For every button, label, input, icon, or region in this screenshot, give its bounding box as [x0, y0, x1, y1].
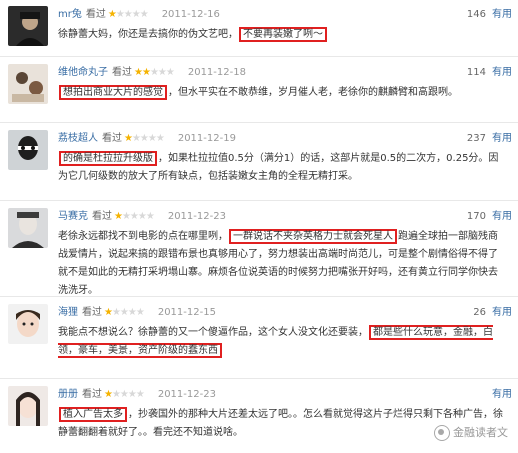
star-filled-icon: ★★: [134, 67, 151, 78]
avatar[interactable]: [8, 64, 48, 104]
highlighted-phrase: 一群说话不夹杂英格力士就会死星人: [229, 229, 397, 244]
username-link[interactable]: 册册: [58, 389, 78, 400]
useful-count: 237: [466, 133, 486, 144]
useful-button[interactable]: 有用: [492, 66, 512, 80]
star-filled-icon: ★: [114, 211, 123, 222]
review-action: 看过: [102, 133, 122, 144]
review-text: 我能点不想说么？徐静蕾的又一个傻逼作品，这个女人没文化还要装， 都是些什么玩意，金…: [58, 324, 504, 360]
star-empty-icon: ★★★★: [111, 307, 145, 318]
username-link[interactable]: 马赛克: [58, 211, 88, 222]
highlighted-phrase: 想拍出商业大片的感觉: [59, 85, 167, 100]
rating-stars: ★★★★★: [124, 133, 165, 144]
divider: [0, 56, 518, 57]
review-meta: 册册 看过 ★★★★★ 2011-12-23: [58, 388, 216, 402]
review-text: 想拍出商业大片的感觉 ，但水平实在不敢恭维，岁月催人老，老徐你的麒麟臂和高跟咧。: [58, 84, 504, 102]
review-meta: 荔枝超人 看过 ★★★★★ 2011-12-19: [58, 132, 236, 146]
review-date: 2011-12-23: [167, 211, 226, 222]
useful-button[interactable]: 有用: [492, 388, 512, 402]
star-filled-icon: ★: [107, 9, 117, 20]
wechat-logo-icon: [434, 425, 450, 441]
star-empty-icon: ★★★★: [131, 133, 165, 144]
highlighted-phrase: 的确是杜拉拉升级版: [59, 151, 157, 166]
review-meta: 马赛克 看过 ★★★★★ 2011-12-23: [58, 210, 226, 224]
avatar[interactable]: [8, 6, 48, 46]
divider: [0, 200, 518, 201]
useful-button[interactable]: 有用: [492, 306, 512, 320]
divider: [0, 296, 518, 297]
star-filled-icon: ★: [104, 389, 113, 400]
review-text-before: 徐静蕾大妈，你还是去搞你的伪文艺吧，: [58, 29, 238, 40]
review-date: 2011-12-18: [187, 67, 246, 78]
username-link[interactable]: 海狸: [58, 307, 78, 318]
star-empty-icon: ★★★: [149, 67, 175, 78]
rating-stars: ★★★★★: [107, 9, 149, 20]
highlighted-phrase: 植入广告太多: [59, 407, 127, 422]
username-link[interactable]: 维他命丸子: [58, 67, 108, 78]
review-text-before: 老徐永远都找不到电影的点在哪里咧，: [58, 231, 228, 242]
username-link[interactable]: 荔枝超人: [58, 133, 98, 144]
rating-stars: ★★★★★: [104, 389, 145, 400]
watermark-text: 金融读者文: [453, 426, 508, 439]
divider: [0, 122, 518, 123]
rating-stars: ★★★★★: [104, 307, 145, 318]
review-meta: 维他命丸子 看过 ★★★★★ 2011-12-18: [58, 66, 246, 80]
rating-stars: ★★★★★: [134, 67, 175, 78]
review-text: 的确是杜拉拉升级版 ，如果杜拉拉值0.5分（满分1）的话，这部片就是0.5的二次方…: [58, 150, 504, 186]
highlighted-phrase: 不要再装嫩了咧～: [239, 27, 327, 42]
review-date: 2011-12-16: [161, 9, 220, 20]
useful-button[interactable]: 有用: [492, 210, 512, 224]
review-date: 2011-12-23: [157, 389, 216, 400]
review-date: 2011-12-15: [157, 307, 216, 318]
review-date: 2011-12-19: [177, 133, 236, 144]
review-action: 看过: [82, 389, 102, 400]
useful-count: 146: [466, 9, 486, 20]
review-meta: mr兔 看过 ★★★★★ 2011-12-16: [58, 8, 220, 22]
useful-count: 170: [466, 211, 486, 222]
avatar[interactable]: [8, 130, 48, 170]
review-meta: 海狸 看过 ★★★★★ 2011-12-15: [58, 306, 216, 320]
star-filled-icon: ★: [104, 307, 113, 318]
star-filled-icon: ★: [124, 133, 133, 144]
useful-button[interactable]: 有用: [492, 8, 512, 22]
review-action: 看过: [82, 307, 102, 318]
useful-count: 114: [466, 67, 486, 78]
review-text-after: ，但水平实在不敢恭维，岁月催人老，老徐你的麒麟臂和高跟咧。: [168, 87, 458, 98]
review-text: 老徐永远都找不到电影的点在哪里咧， 一群说话不夹杂英格力士就会死星人 跑遍全球拍一部…: [58, 228, 504, 300]
star-empty-icon: ★★★★: [115, 9, 149, 20]
review-action: 看过: [85, 9, 106, 20]
review-text: 徐静蕾大妈，你还是去搞你的伪文艺吧， 不要再装嫩了咧～: [58, 26, 504, 44]
avatar[interactable]: [8, 386, 48, 426]
review-text-before: 我能点不想说么？徐静蕾的又一个傻逼作品，这个女人没文化还要装，: [58, 327, 368, 338]
avatar[interactable]: [8, 304, 48, 344]
useful-count: 26: [473, 307, 486, 318]
username-link[interactable]: mr兔: [58, 9, 82, 20]
divider: [0, 378, 518, 379]
watermark: 金融读者文: [434, 424, 508, 441]
avatar[interactable]: [8, 208, 48, 248]
rating-stars: ★★★★★: [114, 211, 155, 222]
useful-button[interactable]: 有用: [492, 132, 512, 146]
star-empty-icon: ★★★★: [121, 211, 155, 222]
review-action: 看过: [112, 67, 132, 78]
star-empty-icon: ★★★★: [111, 389, 145, 400]
review-action: 看过: [92, 211, 112, 222]
